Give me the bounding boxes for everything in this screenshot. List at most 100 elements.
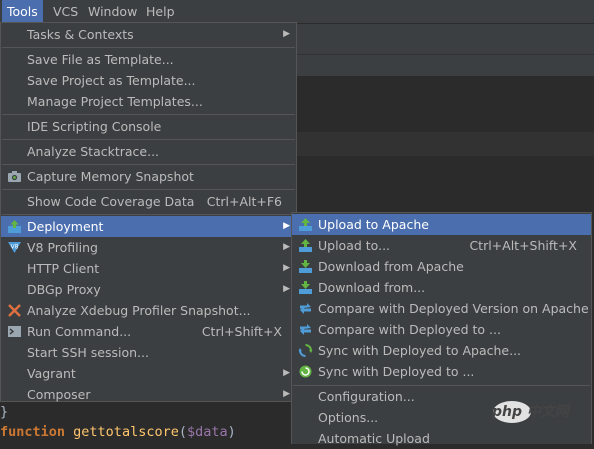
submenu-item-sync-deployed-apache[interactable]: Sync with Deployed to Apache... xyxy=(292,340,591,361)
menu-item-http-client[interactable]: HTTP Client ▶ xyxy=(1,258,296,279)
submenu-item-download-from-apache[interactable]: Download from Apache xyxy=(292,256,591,277)
menu-item-label: Sync with Deployed to ... xyxy=(318,364,475,379)
menu-item-label: Analyze Stacktrace... xyxy=(27,144,160,159)
upload-icon xyxy=(299,239,312,252)
menu-vcs[interactable]: VCS xyxy=(48,0,83,23)
code-brace: } xyxy=(0,404,9,420)
submenu-arrow-icon: ▶ xyxy=(283,221,290,231)
menu-item-show-code-coverage[interactable]: Show Code Coverage Data Ctrl+Alt+F6 xyxy=(1,191,296,212)
menu-item-vagrant[interactable]: Vagrant ▶ xyxy=(1,363,296,384)
submenu-item-upload-to-apache[interactable]: Upload to Apache xyxy=(292,214,591,235)
submenu-arrow-icon: ▶ xyxy=(283,263,290,273)
menu-separator xyxy=(2,164,295,165)
menu-item-label: Tasks & Contexts xyxy=(27,27,134,42)
menu-item-run-command[interactable]: Run Command... Ctrl+Shift+X xyxy=(1,321,296,342)
menu-separator xyxy=(2,214,295,215)
submenu-arrow-icon: ▶ xyxy=(283,242,290,252)
caret-row xyxy=(297,132,594,156)
submenu-item-compare-deployed-apache[interactable]: Compare with Deployed Version on Apache xyxy=(292,298,591,319)
menu-item-label: Download from Apache xyxy=(318,259,464,274)
code-function-line: function gettotalscore($data) xyxy=(0,422,236,442)
compare-icon xyxy=(300,303,311,314)
menu-item-label: Manage Project Templates... xyxy=(27,94,203,109)
submenu-item-download-from[interactable]: Download from... xyxy=(292,277,591,298)
submenu-arrow-icon: ▶ xyxy=(283,284,290,294)
menu-item-label: Analyze Xdebug Profiler Snapshot... xyxy=(27,303,251,318)
code-paren-close: ) xyxy=(227,424,236,440)
menu-item-label: Save File as Template... xyxy=(27,52,174,67)
menu-item-label: Automatic Upload xyxy=(318,431,430,446)
menu-item-label: Sync with Deployed to Apache... xyxy=(318,343,522,358)
menu-item-label: Upload to Apache xyxy=(318,217,429,232)
menu-separator xyxy=(2,114,295,115)
menu-item-label: Upload to... xyxy=(318,238,391,253)
menu-item-analyze-stacktrace[interactable]: Analyze Stacktrace... xyxy=(1,141,296,162)
menu-item-label: IDE Scripting Console xyxy=(27,119,162,134)
menu-separator xyxy=(2,189,295,190)
php-watermark: php 中文网 xyxy=(492,398,588,426)
menu-item-manage-project-templates[interactable]: Manage Project Templates... xyxy=(1,91,296,112)
menu-item-label: Deployment xyxy=(27,219,104,234)
menu-item-label: DBGp Proxy xyxy=(27,282,101,297)
submenu-arrow-icon: ▶ xyxy=(283,389,290,399)
terminal-icon xyxy=(8,326,21,337)
submenu-item-compare-deployed-to[interactable]: Compare with Deployed to ... xyxy=(292,319,591,340)
tab-bar xyxy=(297,54,594,77)
submenu-item-automatic-upload[interactable]: Automatic Upload xyxy=(292,428,591,449)
menu-separator xyxy=(2,139,295,140)
menu-item-analyze-xdebug[interactable]: Analyze Xdebug Profiler Snapshot... xyxy=(1,300,296,321)
menu-item-composer[interactable]: Composer ▶ xyxy=(1,384,296,405)
menu-tools[interactable]: Tools xyxy=(2,0,43,23)
menu-item-ide-scripting-console[interactable]: IDE Scripting Console xyxy=(1,116,296,137)
submenu-item-sync-deployed-to[interactable]: Sync with Deployed to ... xyxy=(292,361,591,382)
menu-item-deployment[interactable]: Deployment ▶ xyxy=(1,216,296,237)
menu-item-capture-memory-snapshot[interactable]: Capture Memory Snapshot xyxy=(1,166,296,187)
menu-separator xyxy=(2,47,295,48)
menu-window[interactable]: Window xyxy=(83,0,142,23)
shortcut-label: Ctrl+Alt+Shift+X xyxy=(469,238,577,253)
v8-icon: V8 xyxy=(8,242,21,253)
sync-icon xyxy=(299,365,312,378)
menu-item-v8-profiling[interactable]: V8 V8 Profiling ▶ xyxy=(1,237,296,258)
menu-item-start-ssh[interactable]: Start SSH session... xyxy=(1,342,296,363)
menu-item-label: Configuration... xyxy=(318,389,415,404)
menu-item-label: Options... xyxy=(318,410,379,425)
menu-item-save-file-template[interactable]: Save File as Template... xyxy=(1,49,296,70)
menu-item-label: Composer xyxy=(27,387,91,402)
submenu-arrow-icon: ▶ xyxy=(283,29,290,39)
menu-item-label: V8 Profiling xyxy=(27,240,98,255)
menu-bar: Tools VCS Window Help xyxy=(0,0,594,24)
svg-text:V8: V8 xyxy=(11,244,19,251)
menu-help[interactable]: Help xyxy=(141,0,180,23)
shortcut-label: Ctrl+Alt+F6 xyxy=(206,194,282,209)
submenu-item-upload-to[interactable]: Upload to... Ctrl+Alt+Shift+X xyxy=(292,235,591,256)
code-param: $data xyxy=(186,424,228,440)
download-icon xyxy=(299,281,312,294)
menu-item-save-project-template[interactable]: Save Project as Template... xyxy=(1,70,296,91)
menu-item-label: Capture Memory Snapshot xyxy=(27,169,194,184)
menu-item-tasks-contexts[interactable]: Tasks & Contexts ▶ xyxy=(1,24,296,45)
code-keyword: function xyxy=(0,424,66,440)
submenu-arrow-icon: ▶ xyxy=(283,368,290,378)
menu-item-label: Compare with Deployed to ... xyxy=(318,322,501,337)
menu-item-label: Compare with Deployed Version on Apache xyxy=(318,301,589,316)
menu-item-label: Save Project as Template... xyxy=(27,73,196,88)
menu-item-label: Show Code Coverage Data xyxy=(27,194,195,209)
sync-icon xyxy=(298,344,313,357)
xdebug-icon xyxy=(8,304,21,317)
watermark-text: php 中文网 xyxy=(492,404,569,420)
camera-icon xyxy=(8,171,21,182)
code-paren-open: ( xyxy=(178,424,187,440)
menu-item-label: Vagrant xyxy=(27,366,76,381)
upload-icon xyxy=(299,218,312,231)
menu-item-label: Download from... xyxy=(318,280,426,295)
toolbar-area xyxy=(297,24,594,54)
menu-item-dbgp-proxy[interactable]: DBGp Proxy ▶ xyxy=(1,279,296,300)
shortcut-label: Ctrl+Shift+X xyxy=(201,324,282,339)
download-icon xyxy=(299,260,312,273)
compare-icon xyxy=(300,324,311,335)
tools-menu: Tasks & Contexts ▶ Save File as Template… xyxy=(0,22,297,402)
menu-item-label: Run Command... xyxy=(27,324,132,339)
menu-item-label: Start SSH session... xyxy=(27,345,149,360)
deployment-icon xyxy=(8,220,21,233)
